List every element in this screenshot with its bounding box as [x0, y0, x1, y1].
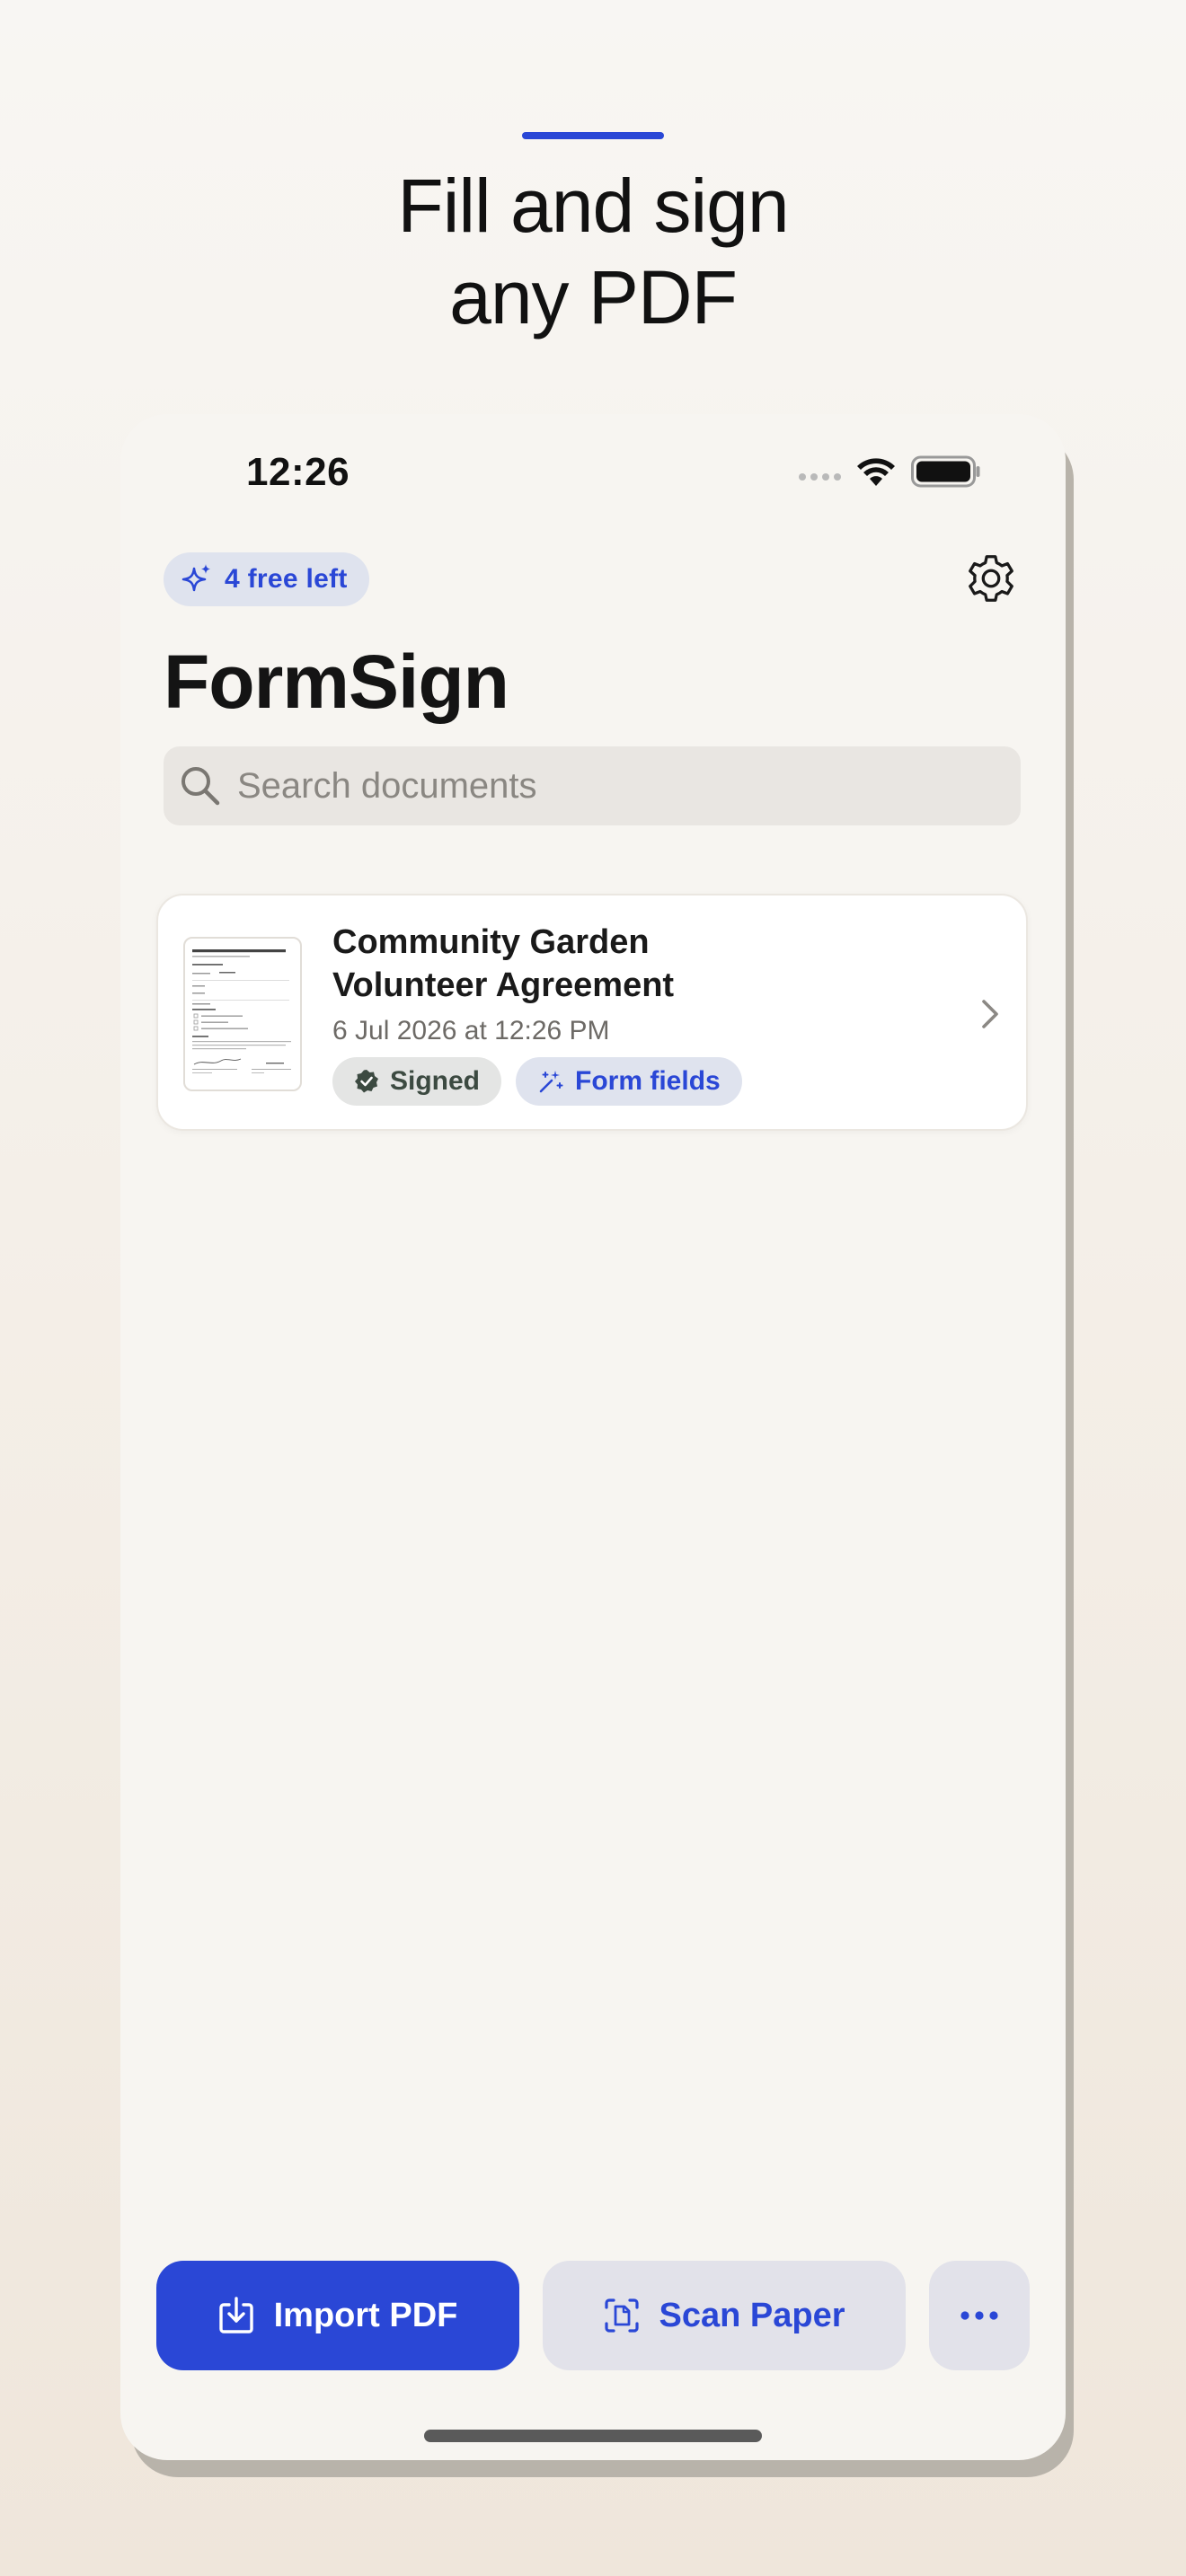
settings-gear-icon[interactable] [963, 551, 1019, 606]
status-icons [799, 455, 981, 488]
document-tags: Signed Form fields [332, 1057, 742, 1106]
status-time: 12:26 [246, 450, 350, 494]
signed-badge-label: Signed [390, 1066, 481, 1096]
search-input[interactable]: Search documents [164, 746, 1021, 825]
document-list-item[interactable]: Community Garden Volunteer Agreement 6 J… [156, 894, 1028, 1131]
import-download-icon [218, 2297, 253, 2333]
verified-check-icon [355, 1070, 378, 1093]
search-placeholder: Search documents [237, 765, 537, 806]
home-indicator[interactable] [424, 2430, 762, 2442]
signed-badge: Signed [332, 1057, 502, 1106]
form-fields-badge-label: Form fields [575, 1066, 721, 1096]
search-icon [181, 767, 220, 806]
magic-wand-icon [539, 1071, 563, 1093]
form-fields-badge: Form fields [516, 1057, 742, 1106]
document-thumbnail [183, 937, 302, 1091]
document-date: 6 Jul 2026 at 12:26 PM [332, 1016, 610, 1045]
import-pdf-button[interactable]: Import PDF [156, 2261, 519, 2370]
scan-paper-label: Scan Paper [659, 2296, 845, 2334]
battery-icon [911, 455, 980, 488]
document-title-line1: Community Garden [332, 923, 650, 961]
device-screen: 12:26 4 free left FormSign Search docume… [120, 414, 1066, 2460]
sparkles-icon [181, 564, 210, 592]
hero-title-line2: any PDF [449, 255, 738, 340]
app-title: FormSign [164, 640, 509, 724]
ellipsis-icon [960, 2311, 998, 2320]
more-options-button[interactable] [929, 2261, 1030, 2370]
import-pdf-label: Import PDF [273, 2296, 458, 2334]
chevron-right-icon [982, 1000, 998, 1028]
hero-accent-bar [522, 132, 664, 139]
free-credits-badge[interactable]: 4 free left [164, 552, 369, 606]
document-scanner-icon [604, 2298, 639, 2333]
document-title-line2: Volunteer Agreement [332, 966, 675, 1004]
document-title: Community Garden Volunteer Agreement [332, 921, 800, 1007]
hero-title: Fill and sign any PDF [0, 160, 1186, 343]
free-credits-label: 4 free left [225, 564, 348, 594]
wifi-icon [857, 458, 895, 486]
scan-paper-button[interactable]: Scan Paper [543, 2261, 906, 2370]
cellular-signal-icon [799, 473, 841, 481]
hero-title-line1: Fill and sign [397, 163, 789, 248]
